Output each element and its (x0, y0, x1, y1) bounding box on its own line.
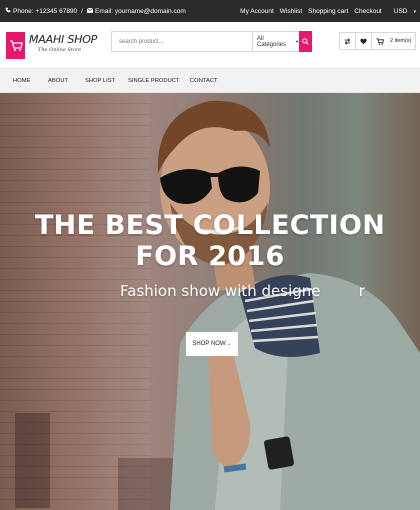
cart-count: 2 item(s) (390, 38, 412, 44)
nav-item-single-product[interactable]: SINGLE PRODUCT (128, 69, 180, 94)
contact-separator: / (81, 7, 83, 15)
category-value: All Categories (257, 35, 287, 48)
nav-item-contact[interactable]: CONTACT (190, 69, 218, 94)
search-bar: All Categories ▼ (111, 31, 312, 52)
hero-title: THE BEST COLLECTION FOR 2016 (34, 210, 386, 272)
email-icon (86, 7, 94, 15)
shop-now-button[interactable]: SHOP NOW → (186, 332, 238, 356)
cart-logo-icon[interactable] (6, 32, 25, 59)
my-account-link[interactable]: My Account (240, 8, 274, 15)
contact-info: Phone: +12345 67890 / Email: yourname@do… (5, 0, 186, 22)
arrow-right-icon: → (225, 341, 232, 347)
main-nav: HOME ABOUT SHOP LIST SINGLE PRODUCT CONT… (0, 68, 420, 93)
heart-icon (360, 38, 367, 44)
logo-title: MAAHI SHOP (29, 33, 98, 46)
wishlist-link[interactable]: Wishlist (280, 8, 302, 15)
email-label: Email: yourname@domain.com (94, 7, 186, 15)
site-header: MAAHI SHOP The Online Store All Categori… (0, 22, 420, 68)
wishlist-button[interactable] (355, 32, 372, 50)
currency-dropdown[interactable]: USD ▾ (388, 8, 416, 15)
compare-icon (344, 37, 351, 45)
shop-now-label: SHOP NOW (192, 341, 226, 347)
compare-button[interactable] (339, 32, 356, 50)
header-cart[interactable]: 2 item(s) (371, 32, 416, 50)
search-input[interactable] (112, 32, 252, 51)
checkout-link[interactable]: Checkout (354, 8, 381, 15)
search-icon (302, 38, 309, 45)
phone-icon (5, 7, 11, 15)
chevron-down-icon: ▾ (413, 8, 416, 15)
account-links: My Account Wishlist Shopping cart Checko… (234, 0, 416, 22)
nav-item-home[interactable]: HOME (13, 69, 30, 94)
currency-value: USD (393, 7, 408, 15)
logo-subtitle: The Online Store (38, 47, 82, 53)
cart-icon (376, 37, 384, 45)
hero-slider: THE BEST COLLECTION FOR 2016 Fashion sho… (0, 93, 420, 510)
phone-label: Phone: +12345 67890 (13, 7, 78, 15)
shopping-cart-link[interactable]: Shopping cart (308, 8, 348, 15)
top-bar: Phone: +12345 67890 / Email: yourname@do… (0, 0, 420, 22)
logo[interactable]: MAAHI SHOP The Online Store (29, 33, 98, 54)
search-button[interactable] (299, 31, 312, 52)
nav-item-about[interactable]: ABOUT (48, 69, 68, 94)
category-select[interactable]: All Categories ▼ (252, 32, 299, 51)
hero-overlay (0, 93, 420, 510)
hero-subtitle: Fashion show with designe r (120, 282, 365, 300)
nav-item-shop-list[interactable]: SHOP LIST (85, 69, 115, 94)
